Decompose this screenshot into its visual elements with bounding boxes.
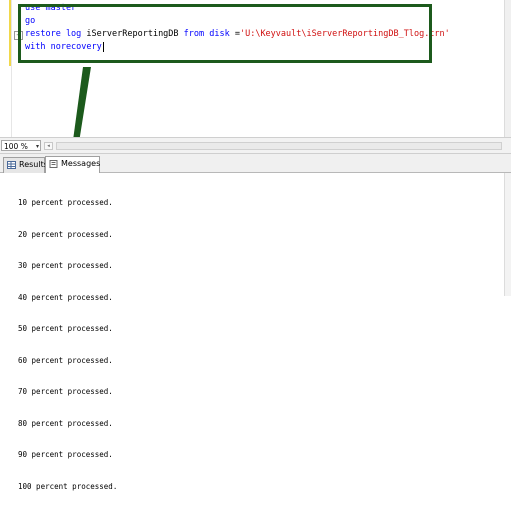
zoom-select[interactable]: 100 % ▾ — [1, 140, 41, 151]
message-line: 60 percent processed. — [18, 355, 113, 365]
message-line: 20 percent processed. — [18, 229, 113, 239]
messages-vertical-scrollbar[interactable] — [504, 173, 511, 296]
results-tabstrip: Results Messages — [0, 154, 511, 173]
zoom-bar: 100 % ▾ ◂ — [0, 137, 511, 154]
highlight-annotation-box — [18, 4, 432, 63]
tab-results[interactable]: Results — [3, 157, 48, 173]
tab-results-label: Results — [19, 160, 48, 169]
message-line: 40 percent processed. — [18, 292, 113, 302]
zoom-value: 100 % — [4, 142, 28, 151]
message-line: 50 percent processed. — [18, 324, 113, 333]
horizontal-scrollbar[interactable] — [56, 142, 502, 150]
message-line: 10 percent processed. — [18, 198, 113, 207]
tab-messages[interactable]: Messages — [45, 156, 100, 173]
message-line: 80 percent processed. — [18, 418, 113, 428]
message-line: 70 percent processed. — [18, 387, 113, 396]
editor-vertical-scrollbar[interactable] — [504, 0, 511, 137]
chevron-down-icon: ▾ — [35, 143, 39, 150]
message-line: 90 percent processed. — [18, 450, 113, 459]
editor-gutter — [11, 0, 12, 137]
grid-icon — [7, 161, 16, 169]
document-icon — [49, 160, 58, 168]
tab-messages-label: Messages — [61, 159, 101, 168]
scroll-left-button[interactable]: ◂ — [44, 142, 53, 150]
messages-list: 10 percent processed. 20 percent process… — [18, 177, 117, 513]
messages-pane[interactable]: 10 percent processed. 20 percent process… — [0, 173, 511, 491]
message-line: 30 percent processed. — [18, 261, 113, 270]
message-line: 100 percent processed. — [18, 481, 118, 491]
